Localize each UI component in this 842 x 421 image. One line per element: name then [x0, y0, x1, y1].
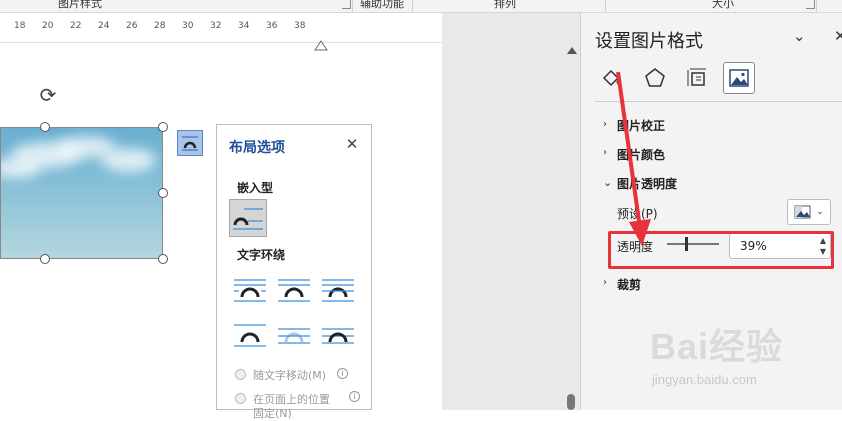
vertical-scrollbar[interactable] — [563, 43, 580, 410]
ruler-number: 22 — [70, 21, 82, 31]
chevron-right-icon[interactable]: › — [603, 119, 607, 130]
square-wrap-icon — [234, 279, 266, 302]
watermark-logo: Bai经验 — [650, 326, 784, 367]
ruler-number: 34 — [238, 21, 250, 31]
chevron-down-icon: ⌄ — [816, 207, 824, 217]
behind-text-icon — [278, 328, 310, 344]
fix-position-radio[interactable] — [235, 393, 246, 404]
tight-wrap-icon — [278, 279, 310, 302]
rotate-handle-icon[interactable]: ⟳ — [37, 84, 59, 106]
chevron-down-icon[interactable]: ⌄ — [603, 176, 612, 189]
preset-label: 预设(P) — [617, 207, 658, 221]
ribbon-separator — [352, 0, 353, 12]
ribbon-separator — [605, 0, 606, 12]
section-picture-transparency[interactable]: 图片透明度 — [617, 175, 677, 192]
transparency-preset-button[interactable]: ⌄ — [787, 199, 831, 225]
annotation-highlight-box — [608, 231, 834, 269]
ruler-number: 28 — [154, 21, 166, 31]
layout-options-panel: 布局选项 ✕ 嵌入型 文字环绕 随文字移动(M) i 在页面上的位置 i 固定(… — [216, 124, 372, 420]
dialog-launcher-icon[interactable] — [342, 0, 351, 9]
transparency-preset-icon — [794, 205, 811, 219]
ribbon-group-bar: 图片样式 辅助功能 排列 大小 — [0, 0, 842, 13]
size-properties-icon — [687, 68, 706, 86]
resize-handle[interactable] — [158, 188, 168, 198]
wrap-heading: 文字环绕 — [237, 248, 286, 262]
effects-icon — [645, 68, 665, 87]
fill-line-icon — [602, 69, 622, 87]
ruler-number: 36 — [266, 21, 278, 31]
chevron-right-icon[interactable]: › — [603, 277, 607, 288]
info-icon: i — [337, 368, 348, 379]
ribbon-group-picture-styles: 图片样式 — [58, 0, 102, 10]
layout-option-through[interactable] — [319, 271, 357, 309]
wrap-text-icon — [182, 136, 198, 151]
ribbon-separator — [412, 0, 413, 12]
tab-size-properties[interactable] — [681, 62, 713, 94]
move-with-text-label: 随文字移动(M) — [253, 369, 327, 382]
ribbon-separator — [816, 0, 817, 12]
section-picture-color[interactable]: 图片颜色 — [617, 146, 665, 163]
layout-option-square[interactable] — [231, 271, 269, 309]
layout-options-button[interactable] — [177, 130, 203, 156]
move-with-text-radio[interactable] — [235, 369, 246, 380]
dialog-launcher-icon[interactable] — [806, 0, 815, 9]
layout-option-in-front[interactable] — [319, 315, 357, 353]
right-indent-marker[interactable] — [314, 39, 328, 51]
cloud-shape — [101, 148, 156, 172]
info-icon: i — [349, 391, 360, 402]
tab-fill-line[interactable] — [595, 62, 627, 94]
scrollbar-thumb[interactable] — [567, 394, 575, 410]
ruler-number: 20 — [42, 21, 54, 31]
cloud-shape — [1, 158, 41, 178]
tab-effects[interactable] — [639, 62, 671, 94]
section-crop[interactable]: 裁剪 — [617, 276, 641, 293]
layout-option-inline[interactable] — [229, 199, 267, 237]
scroll-up-arrow-icon[interactable] — [567, 47, 577, 54]
resize-handle[interactable] — [40, 254, 50, 264]
close-icon[interactable]: ✕ — [343, 135, 361, 153]
inline-layout-icon — [233, 208, 263, 230]
resize-handle[interactable] — [40, 122, 50, 132]
through-wrap-icon — [322, 279, 354, 302]
tab-picture[interactable] — [723, 62, 755, 94]
layout-option-tight[interactable] — [275, 271, 313, 309]
layout-option-top-bottom[interactable] — [231, 315, 269, 353]
ruler-number: 18 — [14, 21, 26, 31]
ribbon-group-size: 大小 — [712, 0, 734, 10]
pane-divider — [595, 101, 842, 102]
picture-icon — [729, 69, 749, 87]
ribbon-group-arrange: 排列 — [494, 0, 516, 10]
chevron-right-icon[interactable]: › — [603, 147, 607, 158]
ruler-number: 38 — [294, 21, 306, 31]
ribbon-group-accessibility: 辅助功能 — [360, 0, 404, 10]
layout-options-title: 布局选项 — [229, 140, 285, 156]
ruler-number: 30 — [182, 21, 194, 31]
pane-title: 设置图片格式 — [595, 31, 703, 52]
inline-heading: 嵌入型 — [237, 181, 274, 195]
top-bottom-wrap-icon — [234, 324, 266, 347]
horizontal-ruler[interactable]: 18 20 22 24 26 28 30 32 34 36 38 — [0, 13, 442, 51]
fix-position-label-cont: 固定(N) — [253, 407, 292, 420]
ruler-number: 24 — [98, 21, 110, 31]
close-icon[interactable]: ✕ — [834, 27, 842, 45]
selected-picture[interactable] — [0, 127, 163, 259]
in-front-of-text-icon — [322, 328, 354, 344]
ruler-number: 26 — [126, 21, 138, 31]
layout-option-behind-text[interactable] — [275, 315, 313, 353]
resize-handle[interactable] — [158, 122, 168, 132]
section-picture-corrections[interactable]: 图片校正 — [617, 117, 665, 134]
watermark-url: jingyan.baidu.com — [652, 372, 757, 387]
resize-handle[interactable] — [158, 254, 168, 264]
chevron-down-icon[interactable]: ⌄ — [793, 27, 806, 45]
document-background — [442, 13, 580, 410]
ruler-number: 32 — [210, 21, 222, 31]
